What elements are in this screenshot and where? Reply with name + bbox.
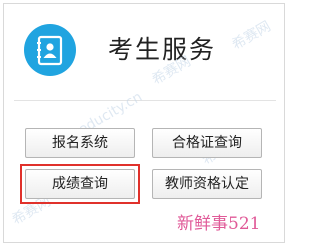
- page-title: 考生服务: [108, 35, 217, 64]
- caption-text: 新鲜事521: [177, 214, 261, 234]
- certificate-query-button[interactable]: 合格证查询: [152, 128, 262, 158]
- service-header: 考生服务: [4, 4, 284, 101]
- registration-system-button[interactable]: 报名系统: [25, 128, 135, 158]
- score-query-highlight-box: [20, 164, 140, 204]
- header-divider: [14, 100, 276, 101]
- student-service-panel: 考生服务: [3, 3, 285, 243]
- contact-book-icon: [24, 24, 76, 76]
- teacher-certification-button[interactable]: 教师资格认定: [152, 169, 262, 199]
